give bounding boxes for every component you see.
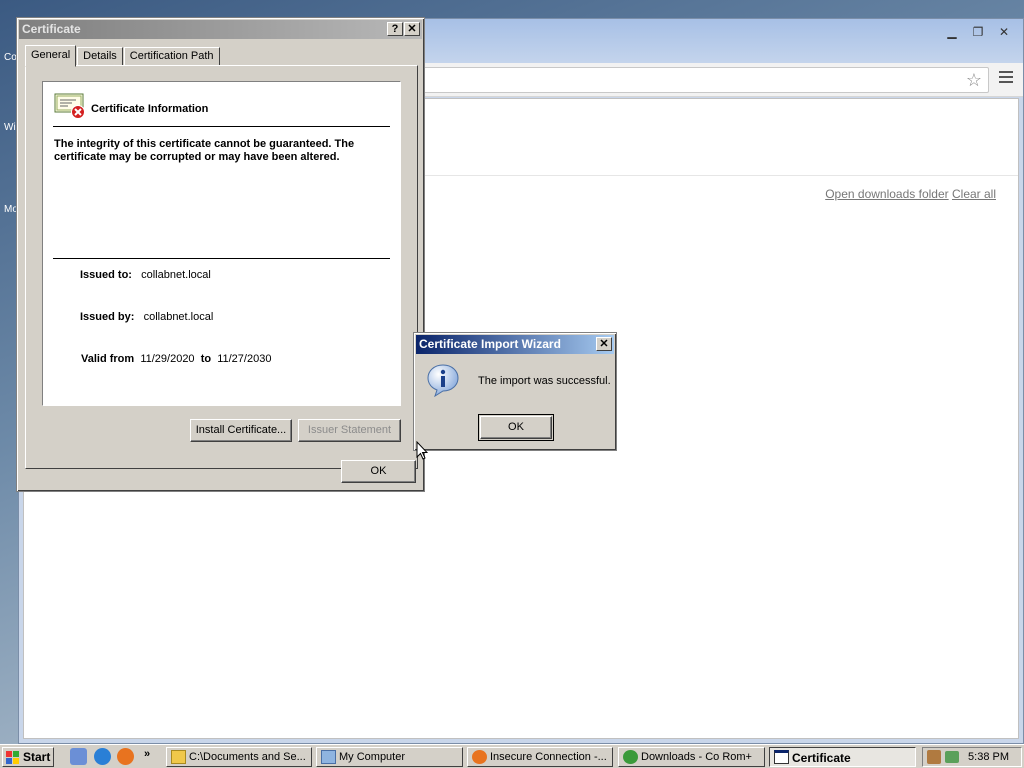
minimize-button[interactable]: ▁ (939, 23, 965, 40)
valid-from-value: 11/29/2020 (140, 353, 195, 365)
close-button[interactable]: ✕ (404, 22, 420, 36)
tab-strip: General Details Certification Path (25, 44, 221, 67)
taskbar-item-certificate[interactable]: Certificate (769, 747, 916, 767)
issued-by-value: collabnet.local (143, 311, 214, 323)
start-button[interactable]: Start (2, 747, 54, 767)
menu-icon[interactable] (999, 71, 1013, 86)
ok-button[interactable]: OK (341, 460, 416, 483)
downloads-actions: Open downloads folder Clear all (825, 187, 996, 201)
wizard-titlebar[interactable]: Certificate Import Wizard ✕ (416, 335, 614, 354)
certificate-info-box: Certificate Information The integrity of… (42, 81, 401, 406)
show-desktop-icon[interactable] (70, 748, 87, 765)
taskbar: Start » C:\Documents and Se... My Comput… (0, 744, 1024, 768)
clock[interactable]: 5:38 PM (968, 751, 1009, 763)
firefox-icon (472, 750, 487, 764)
window-icon (774, 750, 789, 764)
tab-details[interactable]: Details (77, 47, 123, 66)
folder-icon (171, 750, 186, 764)
general-panel: Certificate Information The integrity of… (25, 65, 418, 469)
certificate-titlebar[interactable]: Certificate ? ✕ (19, 20, 422, 39)
restore-button[interactable]: ❐ (965, 23, 991, 40)
info-icon (427, 364, 459, 397)
task-label: Certificate (792, 751, 851, 765)
internet-explorer-icon[interactable] (94, 748, 111, 765)
ok-button[interactable]: OK (478, 414, 554, 441)
dialog-title: Certificate (22, 22, 81, 36)
integrity-warning-text: The integrity of this certificate cannot… (54, 138, 355, 163)
issued-by-row: Issued by: collabnet.local (80, 311, 213, 323)
issuer-statement-button[interactable]: Issuer Statement (298, 419, 401, 442)
cursor-icon (416, 441, 428, 460)
desktop-icon-label[interactable]: Co (4, 52, 17, 63)
computer-icon (321, 750, 336, 764)
import-success-message: The import was successful. (478, 375, 611, 387)
validity-row: Valid from 11/29/2020 to 11/27/2030 (81, 353, 271, 365)
close-button[interactable]: ✕ (596, 337, 612, 351)
desktop-icon-label[interactable]: Wi (4, 122, 16, 133)
tray-app-icon[interactable] (927, 750, 941, 764)
task-label: Insecure Connection -... (490, 751, 607, 763)
task-label: My Computer (339, 751, 406, 763)
taskbar-item-my-computer[interactable]: My Computer (316, 747, 463, 767)
open-downloads-folder-link[interactable]: Open downloads folder (825, 187, 948, 201)
valid-to-value: 11/27/2030 (217, 353, 272, 365)
clear-all-link[interactable]: Clear all (952, 187, 996, 201)
firefox-icon[interactable] (117, 748, 134, 765)
taskbar-item-downloads[interactable]: Downloads - Co Rom+ (618, 747, 765, 767)
issued-to-label: Issued to: (80, 269, 132, 281)
certificate-information-heading: Certificate Information (91, 103, 209, 115)
system-tray: 5:38 PM (922, 747, 1022, 767)
taskbar-item-documents[interactable]: C:\Documents and Se... (166, 747, 312, 767)
issued-to-value: collabnet.local (141, 269, 211, 281)
certificate-error-icon (54, 93, 85, 119)
quick-launch-chevron[interactable]: » (144, 748, 150, 760)
divider (53, 126, 390, 127)
network-icon[interactable] (945, 751, 959, 763)
certificate-dialog: Certificate ? ✕ General Details Certific… (16, 17, 425, 492)
windows-logo-icon (6, 751, 19, 764)
task-label: C:\Documents and Se... (189, 751, 306, 763)
install-certificate-button[interactable]: Install Certificate... (190, 419, 292, 442)
task-label: Downloads - Co Rom+ (641, 751, 752, 763)
divider (424, 175, 1018, 176)
bookmark-star-icon[interactable]: ☆ (966, 70, 982, 91)
dialog-title: Certificate Import Wizard (419, 337, 561, 351)
valid-to-label: to (200, 353, 212, 365)
divider (53, 258, 390, 259)
chrome-icon (623, 750, 638, 764)
issued-by-label: Issued by: (80, 311, 135, 323)
valid-from-label: Valid from (81, 353, 135, 365)
taskbar-item-insecure-connection[interactable]: Insecure Connection -... (467, 747, 613, 767)
start-label: Start (23, 750, 51, 764)
help-button[interactable]: ? (387, 22, 403, 36)
import-wizard-dialog: Certificate Import Wizard ✕ The import w… (413, 332, 617, 451)
close-button[interactable]: ✕ (991, 23, 1017, 40)
issued-to-row: Issued to: collabnet.local (80, 269, 211, 281)
tab-general[interactable]: General (25, 45, 77, 67)
tab-certification-path[interactable]: Certification Path (123, 47, 220, 66)
